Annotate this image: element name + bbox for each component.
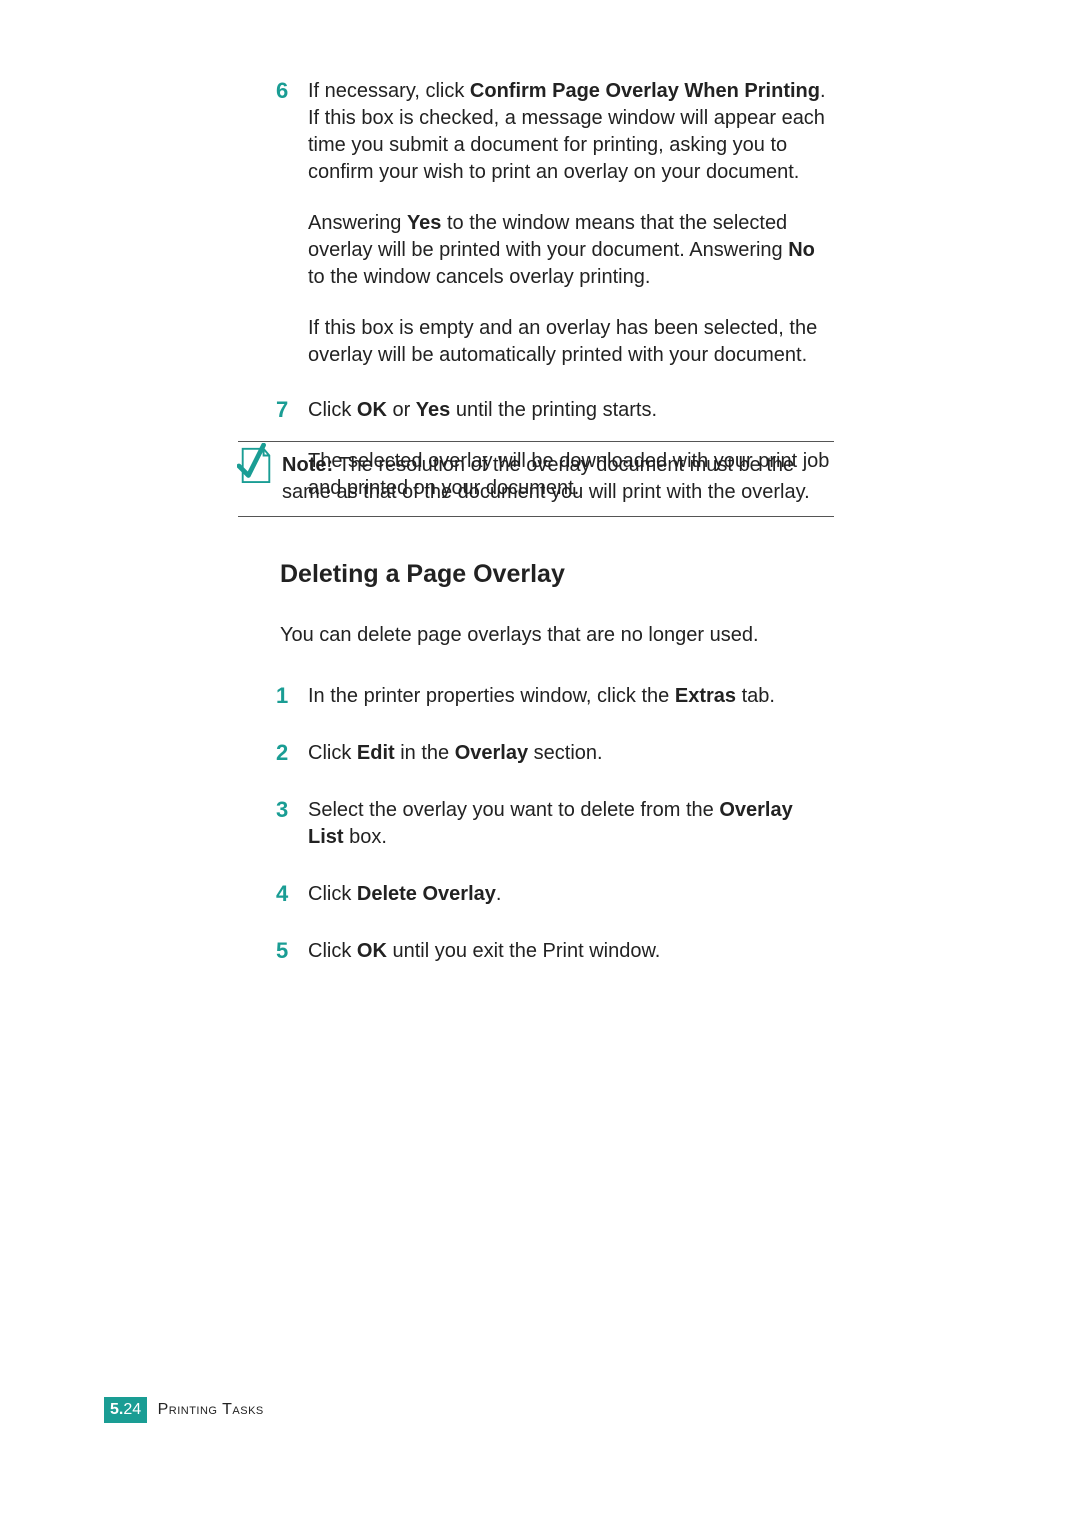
text: The resolution of the overlay document m… xyxy=(282,454,810,503)
step-5-text: Click OK until you exit the Print window… xyxy=(308,938,830,965)
text: in the xyxy=(395,742,455,764)
text: to the window cancels overlay printing. xyxy=(308,266,650,288)
step-1-text: In the printer properties window, click … xyxy=(308,683,830,710)
section-deleting-overlay: Deleting a Page Overlay You can delete p… xyxy=(280,558,830,993)
step-7-para-1: Click OK or Yes until the printing start… xyxy=(308,397,830,424)
step-2-text: Click Edit in the Overlay section. xyxy=(308,740,830,767)
bold-text: Yes xyxy=(416,399,450,421)
text: until you exit the Print window. xyxy=(387,940,660,962)
text: . xyxy=(496,883,502,905)
step-number: 7 xyxy=(276,395,288,425)
text: or xyxy=(387,399,416,421)
section-heading: Deleting a Page Overlay xyxy=(280,558,830,592)
step-4: 4 Click Delete Overlay. xyxy=(280,881,830,908)
step-number: 4 xyxy=(276,879,288,909)
text: In the printer properties window, click … xyxy=(308,685,675,707)
step-3: 3 Select the overlay you want to delete … xyxy=(280,797,830,851)
step-4-text: Click Delete Overlay. xyxy=(308,881,830,908)
note-text: Note: The resolution of the overlay docu… xyxy=(282,452,834,506)
divider xyxy=(238,516,834,517)
step-number: 6 xyxy=(276,76,288,106)
checkmark-paper-icon xyxy=(237,443,275,487)
text: section. xyxy=(528,742,602,764)
divider xyxy=(238,441,834,442)
step-number: 1 xyxy=(276,681,288,711)
step-number: 3 xyxy=(276,795,288,825)
step-6-para-1: If necessary, click Confirm Page Overlay… xyxy=(308,78,830,186)
bold-text: Confirm Page Overlay When Printing xyxy=(470,80,820,102)
step-number: 2 xyxy=(276,738,288,768)
chapter-number: 5. xyxy=(110,1401,123,1418)
step-1: 1 In the printer properties window, clic… xyxy=(280,683,830,710)
text: Select the overlay you want to delete fr… xyxy=(308,799,719,821)
step-6-para-3: If this box is empty and an overlay has … xyxy=(308,315,830,369)
note-block: Note: The resolution of the overlay docu… xyxy=(238,441,834,517)
note-label: Note: xyxy=(282,454,333,476)
text: Click xyxy=(308,940,357,962)
bold-text: OK xyxy=(357,940,387,962)
text: Answering xyxy=(308,212,407,234)
bold-text: Extras xyxy=(675,685,736,707)
bold-text: No xyxy=(788,239,815,261)
text: until the printing starts. xyxy=(450,399,657,421)
section-intro: You can delete page overlays that are no… xyxy=(280,622,830,649)
text: Click xyxy=(308,399,357,421)
page-footer: 5.24 Printing Tasks xyxy=(104,1397,264,1423)
bold-text: Yes xyxy=(407,212,441,234)
step-3-text: Select the overlay you want to delete fr… xyxy=(308,797,830,851)
bold-text: Delete Overlay xyxy=(357,883,496,905)
step-6-para-2: Answering Yes to the window means that t… xyxy=(308,210,830,291)
step-number: 5 xyxy=(276,936,288,966)
bold-text: Edit xyxy=(357,742,395,764)
text: If necessary, click xyxy=(308,80,470,102)
step-5: 5 Click OK until you exit the Print wind… xyxy=(280,938,830,965)
bold-text: OK xyxy=(357,399,387,421)
text: Click xyxy=(308,742,357,764)
text: box. xyxy=(344,826,387,848)
page-number-badge: 5.24 xyxy=(104,1397,147,1423)
bold-text: Overlay xyxy=(455,742,528,764)
page-number: 24 xyxy=(123,1401,141,1418)
document-page: 6 If necessary, click Confirm Page Overl… xyxy=(0,0,1080,1523)
text: Click xyxy=(308,883,357,905)
footer-section-title: Printing Tasks xyxy=(158,1401,264,1418)
step-6: 6 If necessary, click Confirm Page Overl… xyxy=(280,78,830,369)
step-2: 2 Click Edit in the Overlay section. xyxy=(280,740,830,767)
text: tab. xyxy=(736,685,775,707)
